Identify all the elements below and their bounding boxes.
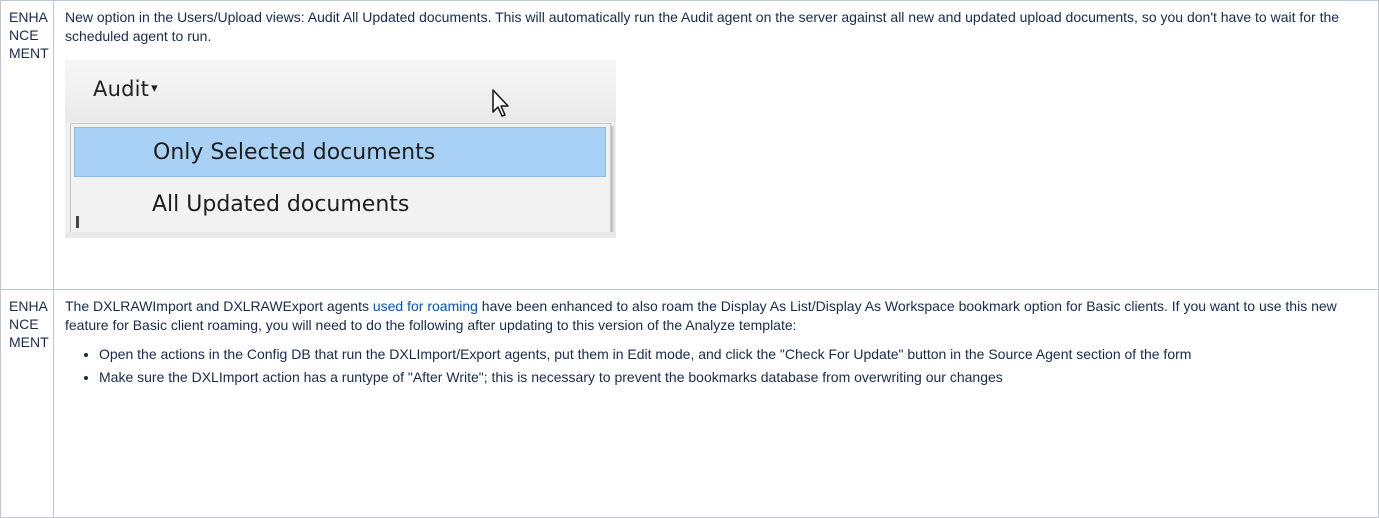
screenshot-bottom-strip [65,232,616,238]
description-text-start: The DXLRAWImport and DXLRAWExport agents [65,298,373,314]
mouse-cursor-icon [492,89,509,117]
audit-menu-button: Audit ▾ [93,77,158,101]
audit-menu-screenshot: Audit ▾ Only Selected documents All Updat… [65,60,616,238]
list-item: Open the actions in the Config DB that r… [99,345,1369,364]
audit-dropdown-menu: Only Selected documents All Updated docu… [70,123,611,235]
description-text: The DXLRAWImport and DXLRAWExport agents… [65,297,1369,335]
type-label: ENHANCEMENT [9,9,49,61]
screenshot-toolbar: Audit ▾ [65,60,616,122]
type-cell: ENHANCEMENT [0,289,54,518]
description-text: New option in the Users/Upload views: Au… [65,9,1340,44]
roaming-link[interactable]: used for roaming [373,298,478,314]
steps-list: Open the actions in the Config DB that r… [65,345,1369,387]
audit-button-label: Audit [93,77,150,101]
type-label: ENHANCEMENT [9,298,49,350]
table-row: ENHANCEMENT The DXLRAWImport and DXLRAWE… [0,289,1379,518]
description-cell: New option in the Users/Upload views: Au… [53,0,1379,290]
list-item: Make sure the DXLImport action has a run… [99,368,1369,387]
release-notes-table: ENHANCEMENT New option in the Users/Uplo… [0,0,1379,518]
menu-item-label: Only Selected documents [153,140,436,165]
type-cell: ENHANCEMENT [0,0,54,290]
table-row: ENHANCEMENT New option in the Users/Uplo… [0,0,1379,290]
description-cell: The DXLRAWImport and DXLRAWExport agents… [53,289,1379,518]
menu-item-only-selected: Only Selected documents [74,127,606,177]
chevron-down-icon: ▾ [151,81,158,96]
menu-item-all-updated: All Updated documents [74,180,606,230]
menu-item-label: All Updated documents [152,192,410,217]
